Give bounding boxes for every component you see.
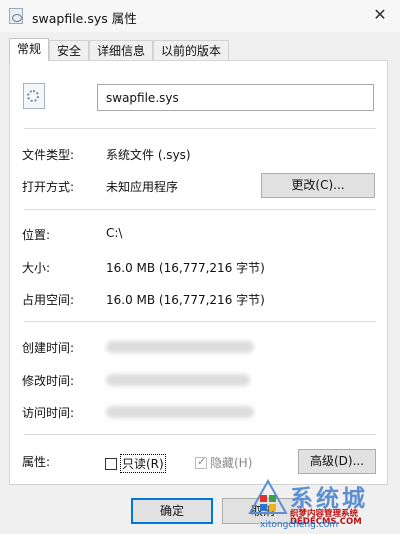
divider (24, 209, 376, 210)
size-on-disk-label: 占用空间: (22, 293, 75, 307)
cancel-button[interactable]: 取消 (222, 498, 304, 524)
size-label: 大小: (22, 261, 51, 275)
hidden-checkbox-label: 隐藏(H) (210, 456, 253, 470)
hidden-checkbox-box[interactable]: ✓ (195, 454, 207, 469)
tab-bar: 常规 安全 详细信息 以前的版本 (9, 38, 230, 61)
general-panel: 文件类型: 系统文件 (.sys) 打开方式: 未知应用程序 更改(C)... … (9, 60, 388, 485)
divider (24, 321, 376, 322)
attributes-label: 属性: (22, 455, 51, 469)
size-value: 16.0 MB (16,777,216 字节) (106, 261, 265, 275)
tab-previous-versions[interactable]: 以前的版本 (153, 40, 230, 61)
file-type-label: 文件类型: (22, 148, 75, 162)
modified-value-redacted (106, 374, 250, 386)
divider (24, 434, 376, 435)
divider (24, 128, 376, 129)
system-file-icon (9, 8, 23, 24)
location-value: C:\ (106, 226, 123, 240)
advanced-button[interactable]: 高级(D)... (298, 449, 376, 474)
readonly-checkbox-box[interactable] (105, 457, 117, 470)
change-button[interactable]: 更改(C)... (261, 173, 375, 198)
readonly-checkbox-label: 只读(R) (120, 454, 166, 473)
readonly-checkbox[interactable]: 只读(R) (105, 454, 166, 473)
created-value-redacted (106, 341, 254, 353)
accessed-label: 访问时间: (22, 406, 75, 420)
location-label: 位置: (22, 228, 51, 242)
system-file-gear-icon (23, 83, 45, 109)
title-bar: swapfile.sys 属性 ✕ (0, 0, 400, 32)
created-label: 创建时间: (22, 341, 75, 355)
open-with-label: 打开方式: (22, 180, 75, 194)
check-icon: ✓ (197, 454, 207, 468)
file-type-value: 系统文件 (.sys) (106, 148, 191, 162)
ok-button[interactable]: 确定 (131, 498, 213, 524)
accessed-value-redacted (106, 406, 254, 418)
tab-security[interactable]: 安全 (49, 40, 90, 61)
modified-label: 修改时间: (22, 374, 75, 388)
close-icon[interactable]: ✕ (368, 3, 392, 27)
open-with-value: 未知应用程序 (106, 180, 179, 194)
properties-dialog: swapfile.sys 属性 ✕ 常规 安全 详细信息 以前的版本 文件类型:… (0, 0, 400, 534)
gear-icon (27, 90, 39, 102)
size-on-disk-value: 16.0 MB (16,777,216 字节) (106, 293, 265, 307)
tab-details[interactable]: 详细信息 (89, 40, 154, 61)
tab-general[interactable]: 常规 (9, 38, 50, 61)
hidden-checkbox[interactable]: ✓ 隐藏(H) (195, 454, 252, 471)
file-name-input[interactable] (97, 84, 374, 111)
window-title: swapfile.sys 属性 (32, 11, 137, 26)
